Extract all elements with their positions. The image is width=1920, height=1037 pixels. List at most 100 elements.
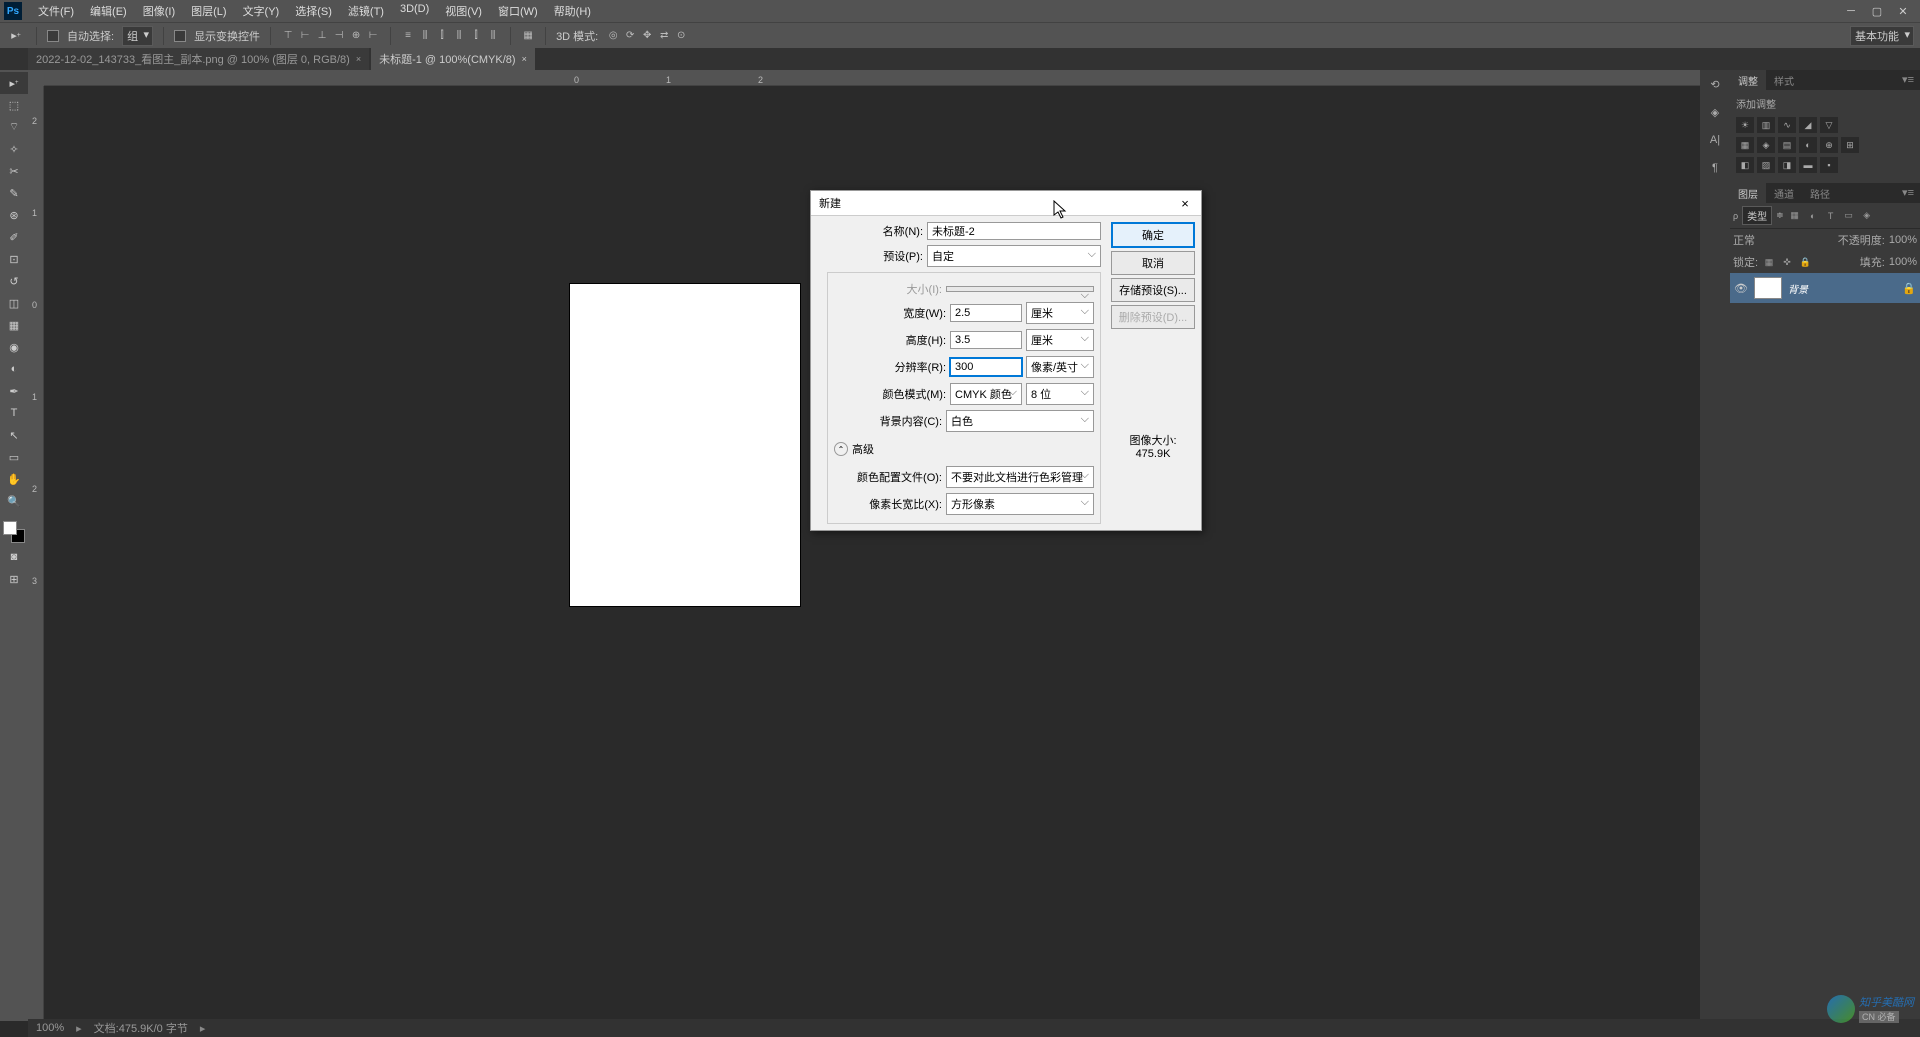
distribute-2-icon[interactable]: ⫼ bbox=[418, 29, 432, 43]
document-canvas[interactable] bbox=[570, 284, 800, 606]
minimize-button[interactable]: ─ bbox=[1838, 2, 1864, 20]
distribute-1-icon[interactable]: ≡ bbox=[401, 29, 415, 43]
menu-item[interactable]: 窗口(W) bbox=[490, 0, 546, 22]
visibility-icon[interactable]: 👁 bbox=[1734, 282, 1748, 295]
screen-mode-tool[interactable]: ⊞ bbox=[0, 568, 28, 590]
threshold-icon[interactable]: ◨ bbox=[1778, 157, 1796, 173]
properties-panel-icon[interactable]: ◈ bbox=[1703, 102, 1727, 122]
selective-color-icon[interactable]: ▪ bbox=[1820, 157, 1838, 173]
resolution-input[interactable] bbox=[950, 358, 1022, 376]
height-input[interactable] bbox=[950, 331, 1022, 349]
zoom-level[interactable]: 100% bbox=[36, 1022, 64, 1034]
character-panel-icon[interactable]: A| bbox=[1703, 130, 1727, 150]
align-right-icon[interactable]: ⊢ bbox=[366, 29, 380, 43]
filter-kind-dropdown[interactable]: 类型 bbox=[1742, 206, 1772, 225]
name-input[interactable] bbox=[927, 222, 1101, 240]
history-panel-icon[interactable]: ⟲ bbox=[1703, 74, 1727, 94]
gradient-tool[interactable]: ▦ bbox=[0, 314, 28, 336]
paths-tab[interactable]: 路径 bbox=[1802, 183, 1838, 203]
document-info[interactable]: 文档:475.9K/0 字节 bbox=[94, 1020, 188, 1036]
distribute-5-icon[interactable]: ⫿ bbox=[469, 29, 483, 43]
exposure-icon[interactable]: ◢ bbox=[1799, 117, 1817, 133]
channel-mixer-icon[interactable]: ⊕ bbox=[1820, 137, 1838, 153]
brightness-icon[interactable]: ☀ bbox=[1736, 117, 1754, 133]
tab-close-icon[interactable]: × bbox=[356, 54, 361, 64]
pixel-ratio-dropdown[interactable]: 方形像素 bbox=[946, 493, 1094, 515]
opacity-value[interactable]: 100% bbox=[1889, 234, 1917, 246]
pen-tool[interactable]: ✒ bbox=[0, 380, 28, 402]
height-unit-dropdown[interactable]: 厘米 bbox=[1026, 329, 1094, 351]
zoom-tool[interactable]: 🔍 bbox=[0, 490, 28, 512]
filter-type-icon[interactable]: T bbox=[1824, 209, 1838, 223]
ok-button[interactable]: 确定 bbox=[1111, 222, 1195, 248]
invert-icon[interactable]: ◧ bbox=[1736, 157, 1754, 173]
brush-tool[interactable]: ✐ bbox=[0, 226, 28, 248]
panel-menu-icon[interactable]: ▾≡ bbox=[1896, 183, 1920, 203]
filter-smart-icon[interactable]: ◈ bbox=[1860, 209, 1874, 223]
chevron-icon[interactable]: ▸ bbox=[76, 1022, 82, 1035]
path-tool[interactable]: ↖ bbox=[0, 424, 28, 446]
align-bottom-icon[interactable]: ⊥ bbox=[315, 29, 329, 43]
photo-filter-icon[interactable]: ◐ bbox=[1799, 137, 1817, 153]
eyedropper-tool[interactable]: ✎ bbox=[0, 182, 28, 204]
stamp-tool[interactable]: ⊡ bbox=[0, 248, 28, 270]
blend-mode-dropdown[interactable]: 正常 bbox=[1733, 232, 1834, 248]
layers-tab[interactable]: 图层 bbox=[1730, 183, 1766, 203]
menu-item[interactable]: 图层(L) bbox=[183, 0, 234, 22]
dodge-tool[interactable]: ◐ bbox=[0, 358, 28, 380]
menu-item[interactable]: 图像(I) bbox=[135, 0, 183, 22]
chevron-icon[interactable]: ▸ bbox=[200, 1022, 206, 1035]
color-depth-dropdown[interactable]: 8 位 bbox=[1026, 383, 1094, 405]
eraser-tool[interactable]: ◫ bbox=[0, 292, 28, 314]
width-unit-dropdown[interactable]: 厘米 bbox=[1026, 302, 1094, 324]
quick-mask-tool[interactable]: ◙ bbox=[0, 546, 28, 568]
menu-item[interactable]: 滤镜(T) bbox=[340, 0, 392, 22]
color-swatch[interactable] bbox=[0, 518, 28, 546]
shape-tool[interactable]: ▭ bbox=[0, 446, 28, 468]
bg-dropdown[interactable]: 白色 bbox=[946, 410, 1094, 432]
3d-slide-icon[interactable]: ⇄ bbox=[657, 29, 671, 43]
menu-item[interactable]: 视图(V) bbox=[437, 0, 490, 22]
filter-shape-icon[interactable]: ▭ bbox=[1842, 209, 1856, 223]
preset-dropdown[interactable]: 自定 bbox=[927, 245, 1101, 267]
document-tab-1[interactable]: 2022-12-02_143733_看图主_副本.png @ 100% (图层 … bbox=[28, 48, 369, 70]
color-profile-dropdown[interactable]: 不要对此文档进行色彩管理 bbox=[946, 466, 1094, 488]
posterize-icon[interactable]: ▨ bbox=[1757, 157, 1775, 173]
3d-pan-icon[interactable]: ✥ bbox=[640, 29, 654, 43]
hand-tool[interactable]: ✋ bbox=[0, 468, 28, 490]
color-mode-dropdown[interactable]: CMYK 颜色 bbox=[950, 383, 1022, 405]
auto-align-icon[interactable]: ▦ bbox=[521, 29, 535, 43]
tab-close-icon[interactable]: × bbox=[522, 54, 527, 64]
align-hcenter-icon[interactable]: ⊕ bbox=[349, 29, 363, 43]
lock-all-icon[interactable]: 🔒 bbox=[1798, 255, 1812, 269]
channels-tab[interactable]: 通道 bbox=[1766, 183, 1802, 203]
distribute-4-icon[interactable]: ⫼ bbox=[452, 29, 466, 43]
menu-item[interactable]: 选择(S) bbox=[287, 0, 340, 22]
layer-item-background[interactable]: 👁 背景 🔒 bbox=[1730, 273, 1920, 303]
close-button[interactable]: ✕ bbox=[1890, 2, 1916, 20]
lock-position-icon[interactable]: ✜ bbox=[1780, 255, 1794, 269]
3d-orbit-icon[interactable]: ◎ bbox=[606, 29, 620, 43]
3d-zoom-icon[interactable]: ⊙ bbox=[674, 29, 688, 43]
lookup-icon[interactable]: ⊞ bbox=[1841, 137, 1859, 153]
align-top-icon[interactable]: ⊤ bbox=[281, 29, 295, 43]
vibrance-icon[interactable]: ▽ bbox=[1820, 117, 1838, 133]
filter-adjust-icon[interactable]: ◐ bbox=[1806, 209, 1820, 223]
levels-icon[interactable]: ▥ bbox=[1757, 117, 1775, 133]
magic-wand-tool[interactable]: ✧ bbox=[0, 138, 28, 160]
blur-tool[interactable]: ◉ bbox=[0, 336, 28, 358]
dialog-titlebar[interactable]: 新建 × bbox=[811, 191, 1201, 216]
align-left-icon[interactable]: ⊣ bbox=[332, 29, 346, 43]
crop-tool[interactable]: ✂ bbox=[0, 160, 28, 182]
layer-name[interactable]: 背景 bbox=[1788, 281, 1896, 296]
bw-icon[interactable]: ▤ bbox=[1778, 137, 1796, 153]
layer-thumbnail[interactable] bbox=[1754, 277, 1782, 299]
history-brush-tool[interactable]: ↺ bbox=[0, 270, 28, 292]
advanced-toggle-icon[interactable]: ⌃ bbox=[834, 442, 848, 456]
align-vcenter-icon[interactable]: ⊢ bbox=[298, 29, 312, 43]
resolution-unit-dropdown[interactable]: 像素/英寸 bbox=[1026, 356, 1094, 378]
lasso-tool[interactable]: ⌔ bbox=[0, 116, 28, 138]
menu-item[interactable]: 编辑(E) bbox=[82, 0, 135, 22]
move-tool-icon[interactable]: ▸+ bbox=[6, 26, 26, 46]
distribute-6-icon[interactable]: ⫼ bbox=[486, 29, 500, 43]
